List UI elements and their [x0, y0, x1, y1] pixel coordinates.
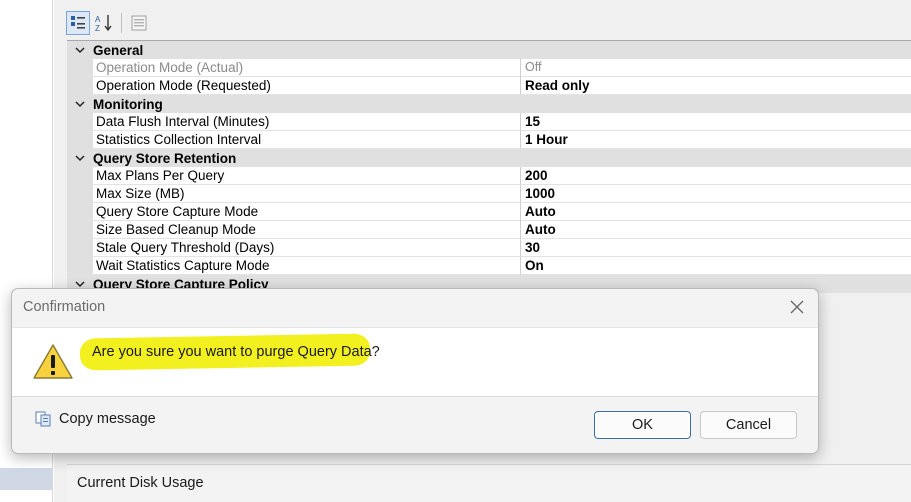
property-gutter	[67, 131, 93, 149]
property-value[interactable]: On	[521, 257, 911, 275]
property-gutter	[67, 185, 93, 203]
property-gutter	[67, 257, 93, 275]
confirmation-dialog: Confirmation Are you sure you want to pu…	[11, 288, 819, 454]
property-row[interactable]: Size Based Cleanup Mode Auto	[67, 221, 911, 239]
current-disk-usage-section: Current Disk Usage	[67, 464, 911, 502]
category-name: General	[93, 42, 144, 58]
property-row[interactable]: Operation Mode (Actual) Off	[67, 59, 911, 77]
chevron-down-icon	[75, 47, 85, 54]
close-icon	[790, 300, 804, 314]
property-gutter	[67, 203, 93, 221]
property-value[interactable]: 30	[521, 239, 911, 257]
current-disk-usage-label: Current Disk Usage	[77, 475, 204, 491]
property-row[interactable]: Operation Mode (Requested) Read only	[67, 77, 911, 95]
property-row[interactable]: Max Plans Per Query 200	[67, 167, 911, 185]
category-row[interactable]: Monitoring	[67, 95, 911, 113]
alphabetical-sort-button[interactable]: A Z	[92, 11, 116, 35]
property-name: Max Size (MB)	[93, 185, 521, 203]
property-row[interactable]: Wait Statistics Capture Mode On	[67, 257, 911, 275]
copy-message-button[interactable]: Copy message	[35, 411, 156, 427]
property-name: Stale Query Threshold (Days)	[93, 239, 521, 257]
category-toggle[interactable]	[67, 41, 93, 59]
property-row[interactable]: Statistics Collection Interval 1 Hour	[67, 131, 911, 149]
property-row[interactable]: Stale Query Threshold (Days) 30	[67, 239, 911, 257]
property-gutter	[67, 239, 93, 257]
property-name: Operation Mode (Requested)	[93, 77, 521, 95]
dialog-body: Are you sure you want to purge Query Dat…	[12, 327, 818, 397]
property-pages-button[interactable]	[127, 11, 151, 35]
categorized-icon	[71, 16, 85, 29]
svg-text:Z: Z	[95, 24, 100, 33]
category-name: Monitoring	[93, 96, 163, 112]
category-toggle[interactable]	[67, 149, 93, 167]
property-gutter	[67, 167, 93, 185]
category-toggle[interactable]	[67, 95, 93, 113]
property-value[interactable]: Auto	[521, 221, 911, 239]
property-name: Query Store Capture Mode	[93, 203, 521, 221]
copy-icon	[35, 411, 51, 427]
property-name: Wait Statistics Capture Mode	[93, 257, 521, 275]
property-gutter	[67, 113, 93, 131]
property-row[interactable]: Data Flush Interval (Minutes) 15	[67, 113, 911, 131]
cancel-button[interactable]: Cancel	[700, 411, 797, 439]
property-name: Operation Mode (Actual)	[93, 59, 521, 77]
copy-message-label: Copy message	[59, 411, 156, 427]
toolbar-separator	[121, 13, 122, 33]
property-pages-icon	[131, 15, 147, 31]
category-name: Query Store Retention	[93, 150, 237, 166]
property-gutter	[67, 77, 93, 95]
property-value[interactable]: Read only	[521, 77, 911, 95]
sort-az-icon: A Z	[95, 15, 112, 33]
property-name: Max Plans Per Query	[93, 167, 521, 185]
close-button[interactable]	[786, 296, 808, 318]
property-value[interactable]: 200	[521, 167, 911, 185]
property-name: Data Flush Interval (Minutes)	[93, 113, 521, 131]
property-value: Off	[521, 59, 911, 77]
chevron-down-icon	[75, 155, 85, 162]
category-row[interactable]: Query Store Retention	[67, 149, 911, 167]
dialog-message: Are you sure you want to purge Query Dat…	[92, 344, 380, 360]
warning-icon	[33, 344, 73, 379]
property-value[interactable]: 1000	[521, 185, 911, 203]
property-name: Size Based Cleanup Mode	[93, 221, 521, 239]
property-row[interactable]: Query Store Capture Mode Auto	[67, 203, 911, 221]
category-row[interactable]: General	[67, 41, 911, 59]
property-grid: General Operation Mode (Actual) Off Operati…	[67, 40, 911, 293]
svg-text:A: A	[95, 15, 101, 24]
chevron-down-icon	[75, 281, 85, 288]
property-gutter	[67, 221, 93, 239]
property-row[interactable]: Max Size (MB) 1000	[67, 185, 911, 203]
property-value[interactable]: 1 Hour	[521, 131, 911, 149]
selected-page-item[interactable]	[0, 468, 53, 490]
property-gutter	[67, 59, 93, 77]
property-value[interactable]: Auto	[521, 203, 911, 221]
property-name: Statistics Collection Interval	[93, 131, 521, 149]
categorized-button[interactable]	[66, 11, 90, 35]
chevron-down-icon	[75, 101, 85, 108]
property-value[interactable]: 15	[521, 113, 911, 131]
property-grid-toolbar: A Z	[66, 10, 151, 36]
ok-button[interactable]: OK	[594, 411, 691, 439]
dialog-title: Confirmation	[23, 299, 106, 315]
